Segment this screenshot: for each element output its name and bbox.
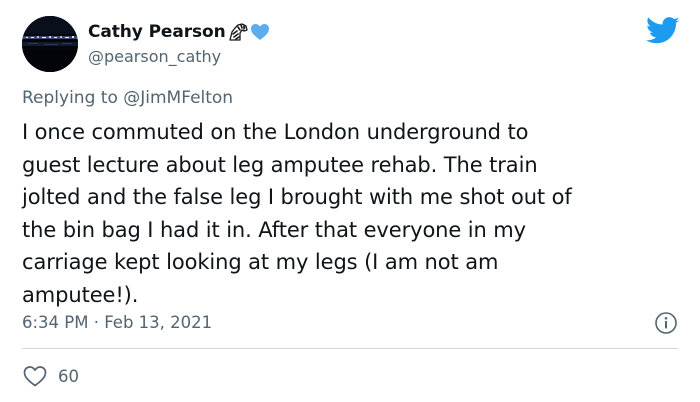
tweet-text-line: jolted and the false leg I brought with … [22,185,572,209]
author-name-row[interactable]: Cathy Pearson [88,20,270,44]
tweet-card: Cathy Pearson @pearson_cathy Replying to… [0,0,700,402]
tweet-text-line: carriage kept looking at my legs (I am n… [22,250,499,274]
avatar[interactable] [22,16,78,72]
twitter-bird-icon[interactable] [646,16,680,46]
reply-mention-link[interactable]: @JimMFelton [123,88,233,108]
author-handle[interactable]: @pearson_cathy [88,47,221,66]
divider [22,348,678,349]
tweet-text-line: the bin bag I had it in. After that ever… [22,217,526,242]
heart-icon [23,366,47,387]
tweet-timestamp[interactable]: 6:34 PM · Feb 13, 2021 [22,313,212,332]
replying-to-label: Replying to [22,88,118,108]
blue-heart-icon [250,23,270,41]
zebra-icon [227,22,249,42]
tweet-text-line: guest lecture about leg amputee rehab. T… [22,152,538,177]
tweet-text-line: amputee!). [22,282,139,307]
tweet-text-line: I once commuted on the London undergroun… [22,120,529,144]
like-button[interactable]: 60 [22,362,79,390]
replying-to-line: Replying to @JimMFelton [22,88,233,108]
like-count: 60 [58,366,79,386]
tweet-text: I once commuted on the London undergroun… [22,116,682,311]
author-display-name[interactable]: Cathy Pearson [88,22,226,42]
info-icon[interactable] [654,311,678,335]
